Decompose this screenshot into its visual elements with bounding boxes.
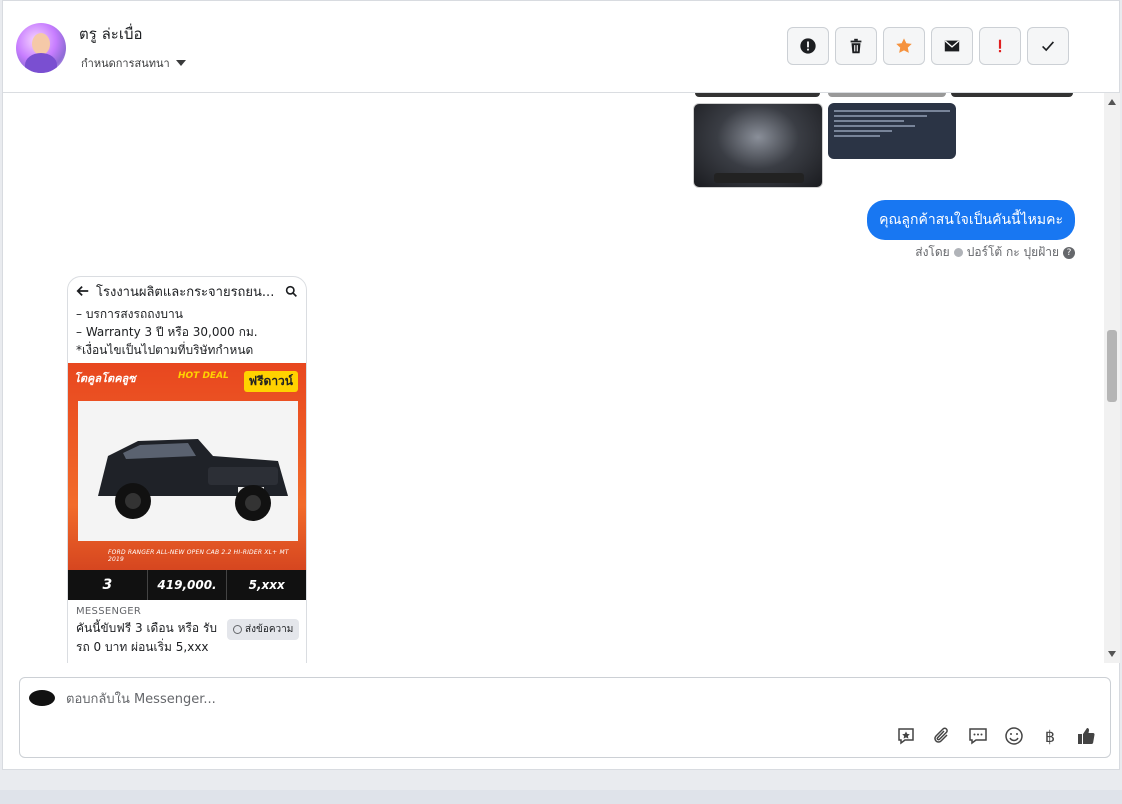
assign-label: กำหนดการสนทนา xyxy=(81,57,170,70)
search-icon[interactable] xyxy=(285,285,298,298)
like-button[interactable] xyxy=(1074,724,1098,748)
poster-price-bar: 3 419,000. 5,xxx xyxy=(68,570,306,600)
card-header: โรงงานผลิตและกระจายรถยน... xyxy=(68,277,306,305)
poster-brand: โตคูลโตคลูซ xyxy=(74,372,136,385)
conversation-actions xyxy=(787,27,1069,65)
message-thread[interactable]: คุณลูกค้าสนใจเป็นคันนี้ไหมคะ ส่งโดย ปอร์… xyxy=(3,93,1103,663)
attachment-image-partial[interactable] xyxy=(828,93,946,97)
poster-free-down: ฟรีดาวน์ xyxy=(243,371,298,392)
baht-icon: ฿ xyxy=(1044,726,1056,746)
pickup-truck-image xyxy=(78,401,298,541)
card-line: *เงื่อนไขเป็นไปตามที่บริษัทกำหนด xyxy=(76,343,254,357)
caret-down-icon xyxy=(175,60,186,66)
scroll-up-arrow-icon[interactable] xyxy=(1108,99,1116,105)
arrow-left-icon[interactable] xyxy=(76,284,90,298)
send-message-button[interactable]: ส่งข้อความ xyxy=(227,619,300,640)
trash-icon xyxy=(850,38,862,54)
conversation-header: ตรู ล่ะเบื่อ กำหนดการสนทนา xyxy=(3,1,1119,93)
emoji-button[interactable] xyxy=(1002,724,1026,748)
delete-button[interactable] xyxy=(835,27,877,65)
paperclip-icon xyxy=(934,727,948,743)
poster-hot-deal: HOT DEAL xyxy=(178,371,229,381)
card-source: MESSENGER xyxy=(76,606,142,617)
sent-by-info: ส่งโดย ปอร์โต้ กะ ปุยฝ้าย ? xyxy=(915,243,1075,262)
document-photo-attachment[interactable] xyxy=(828,103,956,159)
mail-button[interactable] xyxy=(931,27,973,65)
chat-bubbles-icon xyxy=(969,728,987,745)
saved-reply-icon xyxy=(898,728,914,745)
card-description: คันนี้ขับฟรี 3 เดือน หรือ รับรถ 0 บาท ผ่… xyxy=(76,621,218,663)
poster-price: 419,000. xyxy=(148,570,228,600)
card-text-lines: – บรการสงรถถงบาน – Warranty 3 ปี หรือ 30… xyxy=(68,305,306,359)
inbox-window: ตรู ล่ะเบื่อ กำหนดการสนทนา คุณลูกค้าสนใจ… xyxy=(2,0,1120,770)
ad-card[interactable]: โรงงานผลิตและกระจายรถยน... – บรการสงรถถง… xyxy=(67,276,307,663)
exclamation-icon xyxy=(998,39,1002,53)
reply-composer: ฿ xyxy=(19,677,1111,758)
attachment-image-partial[interactable] xyxy=(951,93,1073,97)
star-button[interactable] xyxy=(883,27,925,65)
scroll-down-arrow-icon[interactable] xyxy=(1108,651,1116,657)
saved-reply-button[interactable] xyxy=(894,724,918,748)
help-icon[interactable]: ? xyxy=(1063,246,1075,259)
thread-scrollbar[interactable] xyxy=(1104,93,1120,663)
envelope-icon xyxy=(944,40,960,52)
alert-circle-icon xyxy=(800,38,816,54)
quick-replies-button[interactable] xyxy=(966,724,990,748)
card-title: โรงงานผลิตและกระจายรถยน... xyxy=(96,284,275,300)
messenger-icon xyxy=(233,625,242,634)
contact-name[interactable]: ตรู ล่ะเบื่อ xyxy=(79,22,142,46)
page-avatar xyxy=(29,690,55,706)
card-line: – บรการสงรถถงบาน xyxy=(76,307,183,321)
card-line: – Warranty 3 ปี หรือ 30,000 กม. xyxy=(76,325,258,339)
sent-by-label: ส่งโดย xyxy=(915,245,950,259)
verified-dot-icon xyxy=(953,248,963,257)
engine-photo-attachment[interactable] xyxy=(693,103,823,188)
done-button[interactable] xyxy=(1027,27,1069,65)
important-button[interactable] xyxy=(979,27,1021,65)
assign-conversation-dropdown[interactable]: กำหนดการสนทนา xyxy=(81,54,186,72)
contact-avatar[interactable] xyxy=(16,23,66,73)
sent-by-name: ปอร์โต้ กะ ปุยฝ้าย xyxy=(966,245,1059,259)
send-message-label: ส่งข้อความ xyxy=(245,624,294,635)
star-icon xyxy=(896,38,912,53)
emoji-icon xyxy=(1005,727,1023,745)
taskbar xyxy=(0,790,1122,804)
outgoing-message-bubble[interactable]: คุณลูกค้าสนใจเป็นคันนี้ไหมคะ xyxy=(867,200,1075,240)
attach-button[interactable] xyxy=(930,724,954,748)
reply-input[interactable] xyxy=(66,688,866,710)
car-ad-poster[interactable]: โตคูลโตคลูซ HOT DEAL ฟรีดาวน์ FORD RANGE… xyxy=(68,363,306,600)
check-icon xyxy=(1042,41,1055,52)
payment-button[interactable]: ฿ xyxy=(1038,724,1062,748)
attachment-image-partial[interactable] xyxy=(695,93,820,97)
poster-stat: 3 xyxy=(68,570,148,600)
composer-tools: ฿ xyxy=(894,724,1098,748)
poster-model-text: FORD RANGER ALL-NEW OPEN CAB 2.2 HI-RIDE… xyxy=(108,549,289,563)
thumbs-up-icon xyxy=(1078,728,1095,744)
scroll-thumb[interactable] xyxy=(1107,330,1117,402)
poster-installment: 5,xxx xyxy=(248,578,285,592)
report-button[interactable] xyxy=(787,27,829,65)
